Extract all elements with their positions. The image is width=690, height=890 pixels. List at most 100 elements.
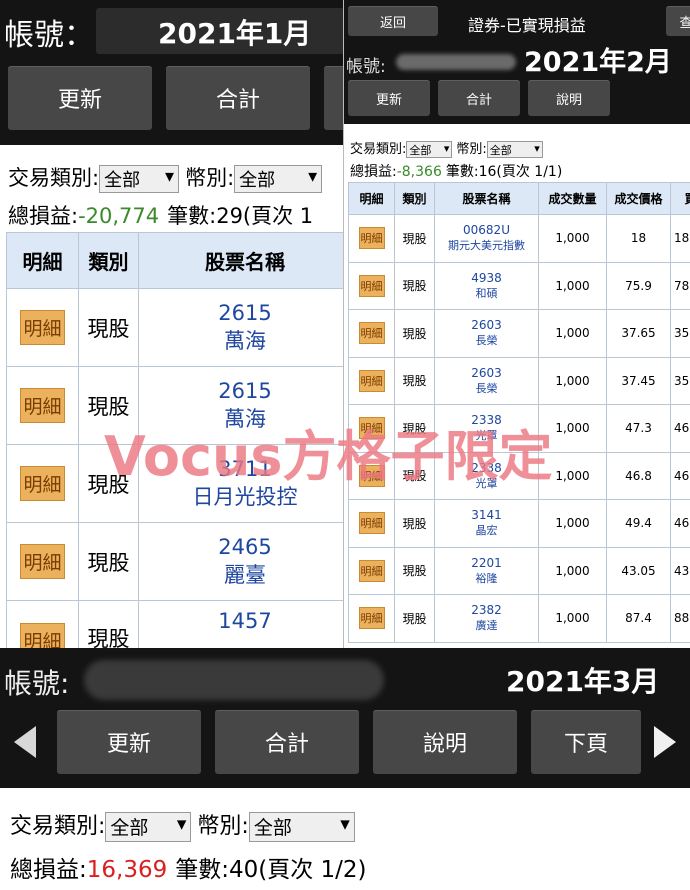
table-row: 明細 現股 1457 [6,600,346,650]
left-arrow-icon[interactable] [14,726,36,758]
trade-price: 37.65 [606,309,671,358]
stock-code[interactable]: 2603 [436,318,538,332]
stock-code[interactable]: 2603 [436,366,538,380]
trade-type: 現股 [394,261,435,310]
buy-price-partial: 43 [670,546,690,595]
stock-code[interactable]: 2382 [436,603,538,617]
detail-button[interactable]: 明細 [358,274,385,297]
buy-price-partial: 78 [670,261,690,310]
trade-price: 49.4 [606,499,671,548]
feb-query-button[interactable]: 查 [666,6,690,36]
detail-button[interactable]: 明細 [358,559,385,582]
stock-code[interactable]: 00682U [436,223,538,237]
jan-record-count: 筆數:29(頁次 1 [167,204,314,228]
jan-type-select-value: 全部 [104,170,141,191]
jan-account-label: 帳號： [4,18,94,53]
table-row: 明細 現股 2603 長榮 1,000 37.45 35 [348,356,690,405]
mar-help-button[interactable]: 說明 [373,710,517,774]
mar-currency-select[interactable]: 全部 ▾ [248,812,355,842]
buy-price-partial: 46 [670,451,690,500]
table-row: 明細 現股 2465 麗臺 [6,522,346,601]
trade-type: 現股 [394,356,435,405]
jan-header: 帳號： 2021年1月 更新 合計 [0,0,345,145]
mar-currency-select-value: 全部 [253,817,292,839]
jan-update-button[interactable]: 更新 [8,66,152,130]
mar-update-button[interactable]: 更新 [57,710,201,774]
table-row: 明細 現股 2603 長榮 1,000 37.65 35 [348,309,690,358]
trade-quantity: 1,000 [538,546,607,595]
detail-button[interactable]: 明細 [358,322,385,345]
feb-type-label: 交易類別: [350,142,407,157]
jan-type-select[interactable]: 全部 ▾ [99,165,180,193]
mar-header: 帳號: 2021年3月 更新 合計 說明 下頁 [0,648,690,788]
feb-summary-row: 總損益:-8,366 筆數:16(頁次 1/1) [350,161,562,181]
stock-code[interactable]: 2615 [140,379,346,403]
jan-total-button[interactable]: 合計 [166,66,310,130]
mar-type-label: 交易類別: [10,814,106,839]
jan-summary-row: 總損益:-20,774 筆數:29(頁次 1 [8,200,313,230]
mar-total-button[interactable]: 合計 [215,710,359,774]
trade-quantity: 1,000 [538,309,607,358]
detail-button[interactable]: 明細 [358,227,385,250]
feb-page-title: 證券-已實現損益 [468,16,586,35]
chevron-down-icon: ▾ [308,166,318,187]
feb-total-pl-label: 總損益: [350,164,397,180]
detail-button[interactable]: 明細 [20,544,65,579]
detail-button[interactable]: 明細 [20,388,65,423]
stock-code[interactable]: 2201 [436,556,538,570]
feb-back-button[interactable]: 返回 [348,6,438,36]
trade-quantity: 1,000 [538,356,607,405]
feb-currency-select[interactable]: 全部 ▾ [486,141,543,158]
trade-price: 43.05 [606,546,671,595]
mar-month-label: 2021年3月 [506,665,660,698]
mar-currency-label: 幣別: [197,814,249,839]
stock-name: 萬海 [224,328,266,353]
table-row: 明細 現股 2382 廣達 1,000 87.4 88 [348,594,690,643]
detail-button[interactable]: 明細 [20,623,65,650]
stock-code[interactable]: 2465 [140,535,346,559]
trade-price: 87.4 [606,594,671,643]
jan-currency-select[interactable]: 全部 ▾ [234,165,323,193]
trade-quantity: 1,000 [538,594,607,643]
feb-type-select[interactable]: 全部 ▾ [406,141,453,158]
detail-button[interactable]: 明細 [358,512,385,535]
stock-code[interactable]: 2615 [140,301,346,325]
feb-col-stock-name: 股票名稱 [434,182,539,215]
detail-button[interactable]: 明細 [20,310,65,345]
table-row: 明細 現股 2615 萬海 [6,288,346,367]
trade-type: 現股 [78,522,139,601]
buy-price-partial: 88 [670,594,690,643]
feb-total-button[interactable]: 合計 [438,80,520,116]
right-arrow-icon[interactable] [654,726,676,758]
stock-name: 晶宏 [475,524,498,538]
detail-button[interactable]: 明細 [20,466,65,501]
jan-col-type: 類別 [78,232,139,289]
mar-type-select[interactable]: 全部 ▾ [105,812,192,842]
detail-button[interactable]: 明細 [358,607,385,630]
stock-name: 長榮 [475,334,498,348]
trade-type: 現股 [78,288,139,367]
detail-button[interactable]: 明細 [358,369,385,392]
stock-code[interactable]: 1457 [140,609,346,633]
stock-code[interactable]: 3141 [436,508,538,522]
buy-price-partial: 35 [670,356,690,405]
feb-update-button[interactable]: 更新 [348,80,430,116]
mar-next-page-button[interactable]: 下頁 [531,710,641,774]
stock-name: 和碩 [475,286,498,300]
jan-screenshot: 帳號： 2021年1月 更新 合計 交易類別: 全部 ▾ 幣別: 全部 ▾ 總損益:-20… [0,0,345,650]
feb-total-pl-value: -8,366 [396,164,442,180]
jan-next-button-partial[interactable] [324,66,345,130]
stock-code[interactable]: 4938 [436,271,538,285]
trade-price: 75.9 [606,261,671,310]
buy-price-partial: 18 [670,214,690,263]
feb-help-button[interactable]: 說明 [528,80,610,116]
jan-type-label: 交易類別: [8,166,100,190]
jan-total-pl-label: 總損益: [8,204,79,228]
jan-total-pl-value: -20,774 [78,204,160,228]
stock-name: 裕隆 [475,571,498,585]
table-row: 明細 現股 4938 和碩 1,000 75.9 78 [348,261,690,310]
trade-quantity: 1,000 [538,499,607,548]
stock-name: 長榮 [475,381,498,395]
feb-screenshot: 返回 證券-已實現損益 查 帳號: 2021年2月 更新 合計 說明 交易類別:… [343,0,690,650]
jan-col-detail: 明細 [6,232,79,289]
